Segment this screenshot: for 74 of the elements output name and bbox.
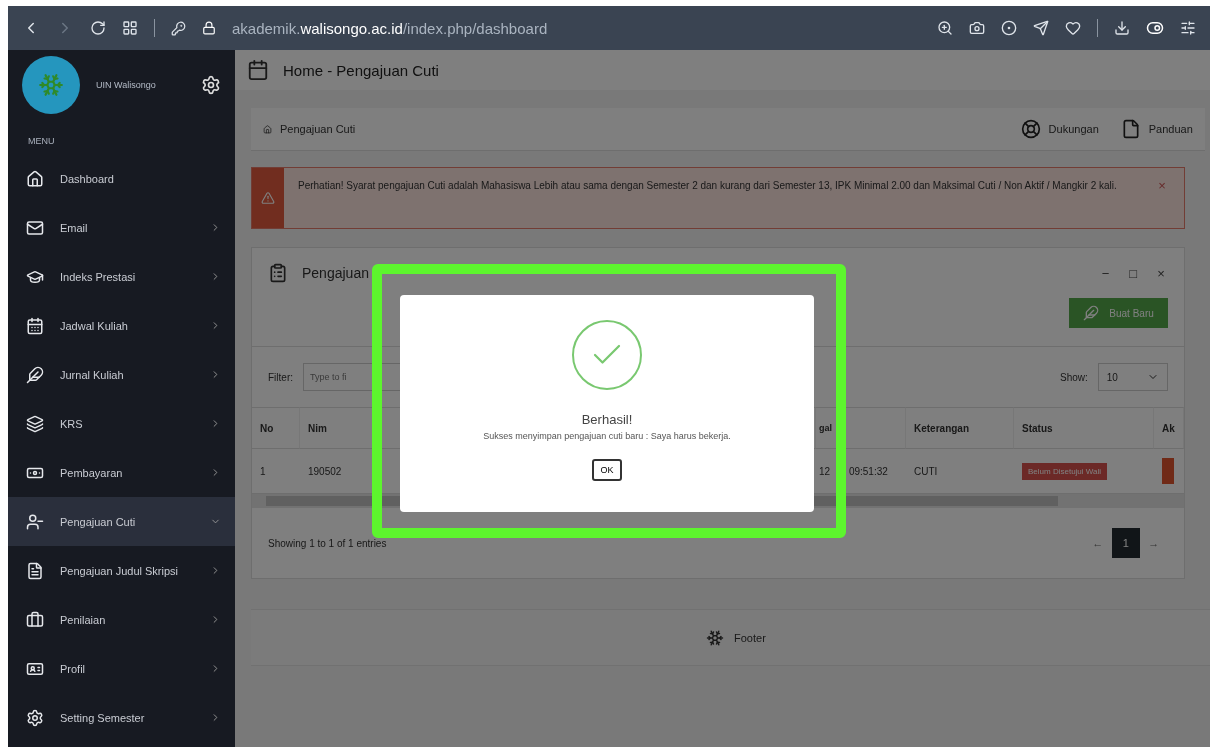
- help-link[interactable]: Panduan: [1120, 119, 1193, 139]
- panel-title: Pengajuan: [302, 265, 370, 281]
- home-icon: [263, 124, 272, 134]
- column-header[interactable]: Status: [1014, 407, 1154, 449]
- record-icon[interactable]: [1001, 20, 1017, 36]
- sidebar-item[interactable]: Pembayaran: [8, 448, 235, 497]
- feather-icon: [26, 365, 44, 384]
- page-button[interactable]: →: [1139, 528, 1168, 558]
- sidebar-item[interactable]: Dashboard: [8, 154, 235, 203]
- heart-icon[interactable]: [1065, 20, 1081, 36]
- dialog-title: Berhasil!: [581, 412, 633, 427]
- camera-icon[interactable]: [969, 20, 985, 36]
- warning-icon: [261, 191, 275, 205]
- gear-icon: [26, 708, 44, 727]
- settings-icon[interactable]: [201, 75, 221, 95]
- alert-text: Perhatian! Syarat pengajuan Cuti adalah Mahasiswa Lebih atau sama dengan Semester 2 dan kurang dari Semester 13, IPK Minimal 2.00 dan Maksimal Cuti / Non Aktif / Mangkir 2 kali.: [297, 179, 1118, 193]
- zoom-icon[interactable]: [937, 20, 953, 36]
- dialog-message: Sukses menyimpan pengajuan cuti baru : Saya harus bekerja.: [483, 431, 731, 441]
- panel-tool-button[interactable]: ×: [1154, 265, 1168, 281]
- entries-info: Showing 1 to 1 of 1 entries: [268, 537, 388, 549]
- help-link[interactable]: Dukungan: [1020, 119, 1099, 139]
- page-button[interactable]: ←: [1083, 528, 1112, 558]
- lock-icon[interactable]: [202, 21, 216, 35]
- lifebuoy-icon: [1020, 119, 1041, 139]
- sidebar-item[interactable]: Indeks Prestasi: [8, 252, 235, 301]
- logo: [22, 56, 80, 114]
- feather-icon: [1083, 305, 1100, 321]
- show-label: Show:: [1060, 371, 1088, 383]
- toggle-icon[interactable]: [1146, 19, 1164, 37]
- document-icon: [26, 561, 44, 580]
- panel-tool-button[interactable]: □: [1126, 265, 1141, 281]
- profile-subtitle: UIN Walisongo: [96, 80, 157, 90]
- footer-icon: [706, 628, 724, 647]
- section-label: MENU: [27, 135, 56, 148]
- calendar-icon: [26, 316, 44, 335]
- clipboard-icon: [268, 263, 288, 283]
- status-badge: Belum Disetujui Wali: [1022, 462, 1108, 480]
- mail-icon: [26, 218, 44, 237]
- settings-icon[interactable]: [1180, 20, 1196, 36]
- close-button[interactable]: ×: [1140, 178, 1184, 193]
- sidebar-item[interactable]: Pengajuan Judul Skripsi: [8, 546, 235, 595]
- sidebar-item[interactable]: KRS: [8, 399, 235, 448]
- briefcase-icon: [26, 610, 44, 629]
- download-icon[interactable]: [1114, 20, 1130, 36]
- column-header[interactable]: Ak: [1154, 407, 1184, 449]
- sidebar-item[interactable]: Email: [8, 203, 235, 252]
- page-button[interactable]: 1: [1111, 528, 1140, 558]
- success-check-icon: [572, 320, 642, 390]
- sidebar-item[interactable]: Penilaian: [8, 595, 235, 644]
- sidebar-item[interactable]: Jadwal Kuliah: [8, 301, 235, 350]
- column-header[interactable]: gal: [816, 407, 906, 449]
- column-header[interactable]: Keterangan: [906, 407, 1014, 449]
- grid-icon[interactable]: [122, 20, 138, 36]
- user-icon: [26, 512, 44, 531]
- footer-text: Footer: [734, 631, 766, 644]
- page-title: Home - Pengajuan Cuti: [283, 61, 439, 79]
- breadcrumb-item[interactable]: Pengajuan Cuti: [280, 123, 356, 135]
- address-bar[interactable]: akademik.walisongo.ac.id/index.php/dashboard: [232, 19, 548, 37]
- ok-button[interactable]: OK: [592, 459, 622, 481]
- layers-icon: [26, 414, 44, 433]
- new-button[interactable]: Buat Baru: [1069, 298, 1168, 328]
- sidebar-item[interactable]: Jurnal Kuliah: [8, 350, 235, 399]
- column-header[interactable]: No: [252, 407, 300, 449]
- calendar-icon: [247, 59, 269, 81]
- filter-label: Filter:: [268, 371, 293, 383]
- page-size-select[interactable]: 10: [1097, 363, 1168, 391]
- sidebar-item[interactable]: Profil: [8, 644, 235, 693]
- home-icon: [26, 169, 44, 188]
- key-icon[interactable]: [171, 20, 186, 36]
- sidebar-item[interactable]: Pengajuan Cuti: [8, 497, 235, 546]
- sidebar-item[interactable]: Setting Semester: [8, 693, 235, 742]
- panel-tool-button[interactable]: −: [1098, 265, 1113, 281]
- reload-icon[interactable]: [90, 20, 106, 36]
- send-icon[interactable]: [1033, 20, 1049, 36]
